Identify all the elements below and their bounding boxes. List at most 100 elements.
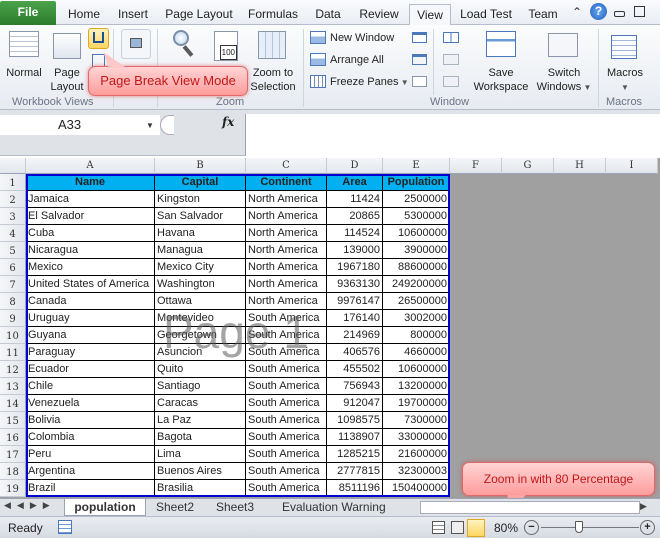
sheet-nav-arrows[interactable]: ◀◀▶▶ <box>4 500 56 511</box>
row-header-8[interactable]: 8 <box>0 293 26 310</box>
table-cell[interactable]: 2500000 <box>383 191 450 208</box>
table-cell[interactable]: 7300000 <box>383 412 450 429</box>
table-cell[interactable]: Georgetown <box>155 327 246 344</box>
table-cell[interactable]: 5300000 <box>383 208 450 225</box>
table-cell[interactable]: Mexico <box>26 259 155 276</box>
row-header-15[interactable]: 15 <box>0 412 26 429</box>
table-cell[interactable]: 1285215 <box>327 446 383 463</box>
table-cell[interactable]: 9976147 <box>327 293 383 310</box>
table-cell[interactable]: South America <box>246 378 327 395</box>
table-cell[interactable]: South America <box>246 344 327 361</box>
zoom-in-icon[interactable]: + <box>640 520 655 535</box>
minimize-icon[interactable] <box>614 11 625 17</box>
row-header-9[interactable]: 9 <box>0 310 26 327</box>
header-cell[interactable]: Area <box>327 174 383 191</box>
table-cell[interactable]: 10600000 <box>383 225 450 242</box>
row-header-5[interactable]: 5 <box>0 242 26 259</box>
tab-data[interactable]: Data <box>308 4 348 25</box>
table-cell[interactable]: Bagota <box>155 429 246 446</box>
table-cell[interactable]: Nicaragua <box>26 242 155 259</box>
new-window-button[interactable]: New Window <box>310 29 394 47</box>
table-cell[interactable]: Canada <box>26 293 155 310</box>
table-cell[interactable]: San Salvador <box>155 208 246 225</box>
table-cell[interactable]: South America <box>246 361 327 378</box>
record-macro-icon[interactable] <box>58 520 72 534</box>
full-screen-button[interactable] <box>121 29 151 59</box>
table-cell[interactable]: Caracas <box>155 395 246 412</box>
row-header-2[interactable]: 2 <box>0 191 26 208</box>
table-cell[interactable]: Mexico City <box>155 259 246 276</box>
table-cell[interactable]: North America <box>246 225 327 242</box>
name-box[interactable]: A33 <box>0 115 160 135</box>
column-header-f[interactable]: F <box>450 158 502 174</box>
tab-review[interactable]: Review <box>355 4 403 25</box>
freeze-panes-button[interactable]: Freeze Panes ▼ <box>310 73 409 91</box>
table-cell[interactable]: 2777815 <box>327 463 383 480</box>
column-header-h[interactable]: H <box>554 158 606 174</box>
header-cell[interactable]: Name <box>26 174 155 191</box>
row-header-17[interactable]: 17 <box>0 446 26 463</box>
sheet-tab-sheet2[interactable]: Sheet2 <box>156 499 194 516</box>
table-cell[interactable]: 800000 <box>383 327 450 344</box>
table-cell[interactable]: 139000 <box>327 242 383 259</box>
row-header-11[interactable]: 11 <box>0 344 26 361</box>
row-header-1[interactable]: 1 <box>0 174 26 191</box>
table-cell[interactable]: Quito <box>155 361 246 378</box>
table-cell[interactable]: Brasilia <box>155 480 246 497</box>
table-cell[interactable]: South America <box>246 310 327 327</box>
sheet-tab-sheet3[interactable]: Sheet3 <box>216 499 254 516</box>
name-box-dropdown-icon[interactable]: ▼ <box>146 121 154 130</box>
row-header-14[interactable]: 14 <box>0 395 26 412</box>
formula-input[interactable] <box>245 114 660 156</box>
table-cell[interactable]: 8511196 <box>327 480 383 497</box>
table-cell[interactable]: 1098575 <box>327 412 383 429</box>
restore-icon[interactable] <box>634 6 645 17</box>
table-cell[interactable]: 3002000 <box>383 310 450 327</box>
row-header-13[interactable]: 13 <box>0 378 26 395</box>
table-cell[interactable]: North America <box>246 191 327 208</box>
reset-window-position-icon[interactable] <box>443 76 459 87</box>
unhide-icon[interactable] <box>412 76 427 87</box>
insert-function-icon[interactable]: fx <box>222 115 234 129</box>
table-cell[interactable]: Venezuela <box>26 395 155 412</box>
tab-team[interactable]: Team <box>523 4 563 25</box>
table-cell[interactable]: Chile <box>26 378 155 395</box>
table-cell[interactable]: 756943 <box>327 378 383 395</box>
table-cell[interactable]: Paraguay <box>26 344 155 361</box>
table-cell[interactable]: Kingston <box>155 191 246 208</box>
table-cell[interactable]: South America <box>246 412 327 429</box>
table-cell[interactable]: 1138907 <box>327 429 383 446</box>
row-header-18[interactable]: 18 <box>0 463 26 480</box>
table-cell[interactable]: El Salvador <box>26 208 155 225</box>
table-cell[interactable]: Ecuador <box>26 361 155 378</box>
table-cell[interactable]: South America <box>246 327 327 344</box>
table-cell[interactable]: 19700000 <box>383 395 450 412</box>
table-cell[interactable]: North America <box>246 208 327 225</box>
table-cell[interactable]: 150400000 <box>383 480 450 497</box>
row-header-10[interactable]: 10 <box>0 327 26 344</box>
table-cell[interactable]: North America <box>246 242 327 259</box>
zoom-out-icon[interactable]: − <box>524 520 539 535</box>
table-cell[interactable]: Santiago <box>155 378 246 395</box>
table-cell[interactable]: 9363130 <box>327 276 383 293</box>
column-header-b[interactable]: B <box>155 158 246 174</box>
save-workspace-button[interactable]: Save Workspace <box>472 29 530 95</box>
row-header-12[interactable]: 12 <box>0 361 26 378</box>
column-header-g[interactable]: G <box>502 158 554 174</box>
table-cell[interactable]: 249200000 <box>383 276 450 293</box>
table-cell[interactable]: South America <box>246 395 327 412</box>
table-cell[interactable]: 406576 <box>327 344 383 361</box>
table-cell[interactable]: Lima <box>155 446 246 463</box>
table-cell[interactable]: Bolivia <box>26 412 155 429</box>
table-cell[interactable]: Washington <box>155 276 246 293</box>
tab-home[interactable]: Home <box>62 4 106 25</box>
table-cell[interactable]: 4660000 <box>383 344 450 361</box>
view-side-by-side-icon[interactable] <box>443 32 459 43</box>
tab-file[interactable]: File <box>0 1 56 25</box>
table-cell[interactable]: Ottawa <box>155 293 246 310</box>
page-layout-view-button[interactable]: Page Layout <box>48 29 86 93</box>
row-header-3[interactable]: 3 <box>0 208 26 225</box>
tab-formulas[interactable]: Formulas <box>244 4 302 25</box>
formula-bar-splitter[interactable] <box>160 115 174 135</box>
table-cell[interactable]: Cuba <box>26 225 155 242</box>
